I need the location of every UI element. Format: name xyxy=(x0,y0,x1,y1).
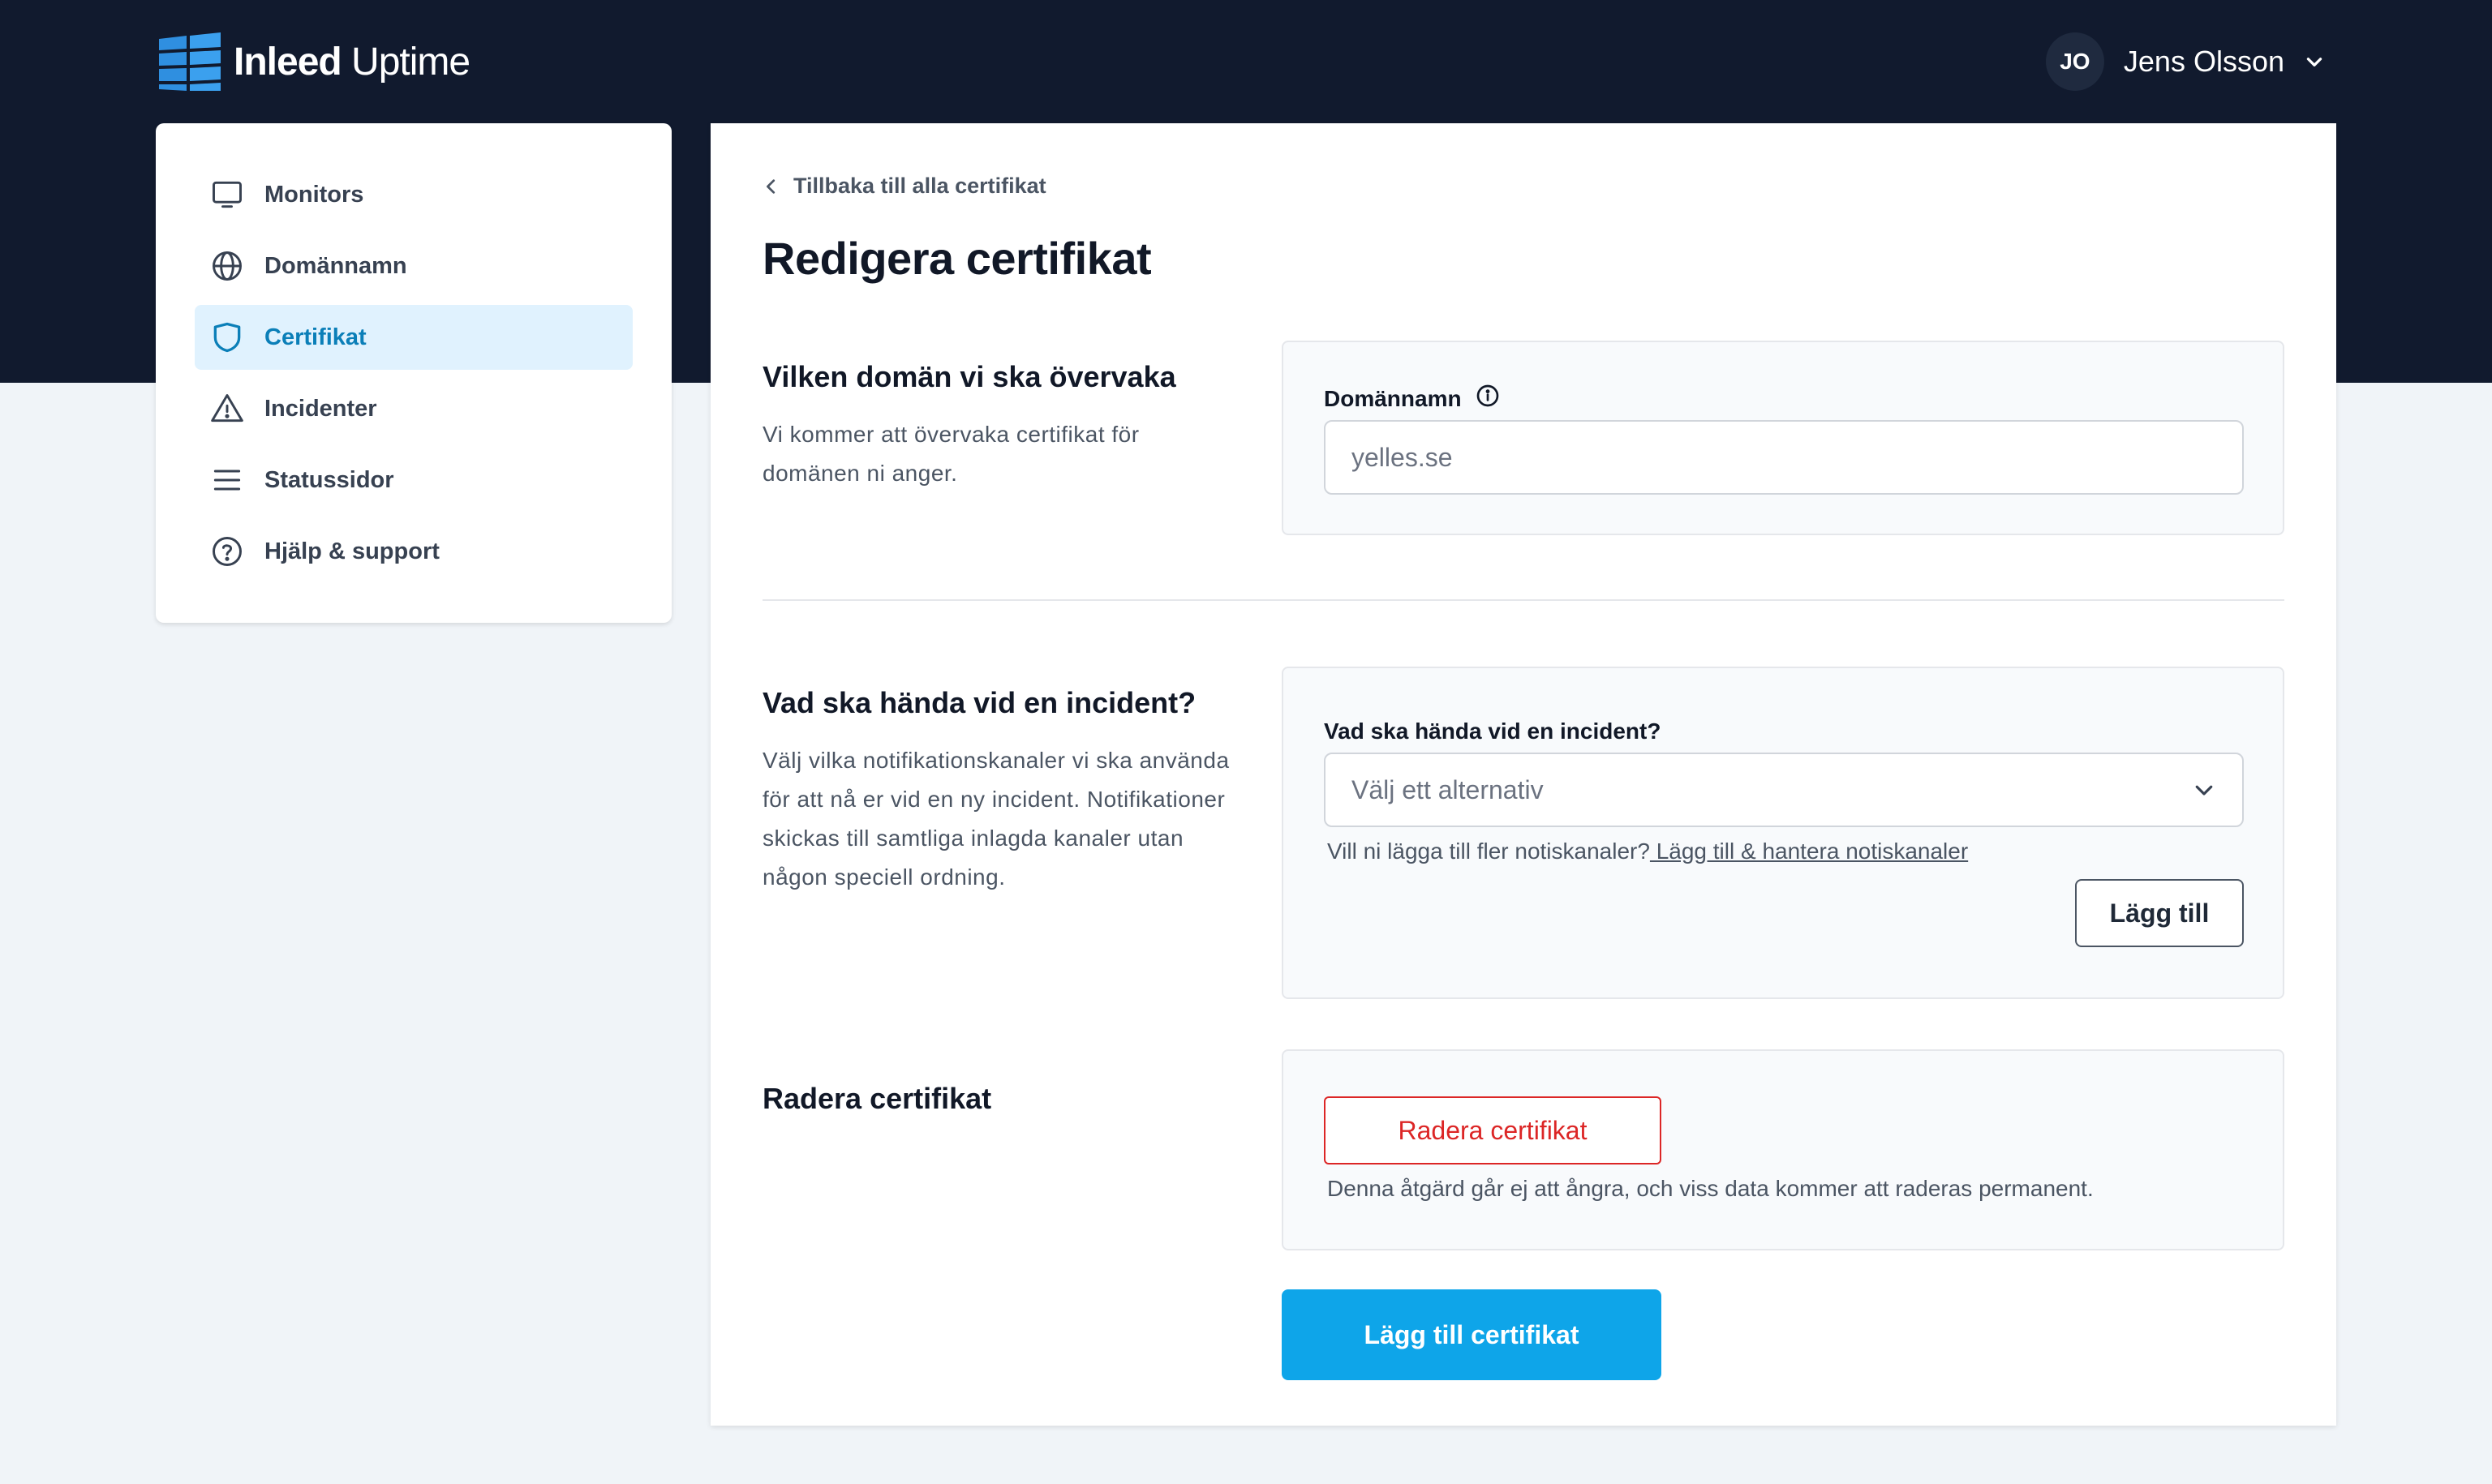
info-icon[interactable] xyxy=(1475,383,1501,414)
sidebar-item-monitors[interactable]: Monitors xyxy=(195,162,633,227)
section-divider xyxy=(763,599,2284,601)
chevron-left-icon xyxy=(767,178,776,194)
incident-section-description: Välj vilka notifikationskanaler vi ska a… xyxy=(763,748,1230,890)
user-menu[interactable]: JO Jens Olsson xyxy=(2045,32,2325,91)
delete-certificate-button[interactable]: Radera certifikat xyxy=(1324,1096,1661,1164)
shield-icon xyxy=(209,320,245,355)
incident-field-label: Vad ska hända vid en incident? xyxy=(1324,718,1661,744)
add-certificate-button[interactable]: Lägg till certifikat xyxy=(1282,1289,1661,1380)
sidebar-item-label: Statussidor xyxy=(264,466,394,493)
add-channel-button[interactable]: Lägg till xyxy=(2075,879,2244,947)
monitor-icon xyxy=(209,177,245,212)
brand-name-light: Uptime xyxy=(351,40,470,84)
sidebar-item-domannamn[interactable]: Domännamn xyxy=(195,234,633,298)
select-placeholder: Välj ett alternativ xyxy=(1351,774,1544,804)
manage-channels-link[interactable]: Lägg till & hantera notiskanaler xyxy=(1650,839,1968,864)
incident-section-title: Vad ska hända vid en incident? xyxy=(763,686,1197,719)
main-content: Tillbaka till alla certifikat Redigera c… xyxy=(711,123,2336,1426)
page-title: Redigera certifikat xyxy=(763,233,1152,284)
chevron-down-icon xyxy=(2306,58,2322,66)
incident-field-label-text: Vad ska hända vid en incident? xyxy=(1324,718,1661,744)
notification-channel-select[interactable]: Välj ett alternativ xyxy=(1324,753,2244,827)
sidebar-item-label: Domännamn xyxy=(264,252,407,279)
sidebar-item-label: Certifikat xyxy=(264,324,367,350)
delete-section-title: Radera certifikat xyxy=(763,1082,992,1115)
domain-panel: Domännamn xyxy=(1282,341,2284,535)
chevron-down-icon xyxy=(2195,785,2213,796)
user-name: Jens Olsson xyxy=(2123,45,2284,78)
back-link-label: Tillbaka till alla certifikat xyxy=(793,174,1046,198)
domain-section-title: Vilken domän vi ska övervaka xyxy=(763,360,1176,393)
domain-field-label: Domännamn xyxy=(1324,383,1501,414)
brand-name-bold: Inleed xyxy=(234,40,342,84)
sidebar-item-label: Hjälp & support xyxy=(264,538,440,564)
help-circle-icon xyxy=(209,534,245,569)
sidebar: Monitors Domännamn Certifikat Incidenter xyxy=(156,123,672,623)
globe-icon xyxy=(209,248,245,284)
sidebar-item-certifikat[interactable]: Certifikat xyxy=(195,305,633,370)
incident-helper-label: Vill ni lägga till fler notiskanaler? xyxy=(1327,839,1650,864)
sidebar-item-statussidor[interactable]: Statussidor xyxy=(195,448,633,513)
sidebar-item-label: Monitors xyxy=(264,181,364,208)
incident-panel: Vad ska hända vid en incident? Välj ett … xyxy=(1282,667,2284,999)
brand-name: Inleed Uptime xyxy=(234,40,470,84)
back-link[interactable]: Tillbaka till alla certifikat xyxy=(763,174,1046,199)
domain-input[interactable] xyxy=(1324,420,2244,495)
brand-logo[interactable]: Inleed Uptime xyxy=(157,32,470,91)
domain-section-description: Vi kommer att övervaka certifikat för do… xyxy=(763,422,1140,486)
sidebar-item-label: Incidenter xyxy=(264,395,377,422)
sidebar-item-incidenter[interactable]: Incidenter xyxy=(195,376,633,441)
avatar: JO xyxy=(2045,32,2104,91)
sidebar-item-hjalp-support[interactable]: Hjälp & support xyxy=(195,519,633,584)
domain-field-label-text: Domännamn xyxy=(1324,385,1462,411)
delete-warning-text: Denna åtgärd går ej att ångra, och viss … xyxy=(1327,1176,2094,1201)
logo-mark-icon xyxy=(159,32,221,91)
incident-helper-text: Vill ni lägga till fler notiskanaler? Lä… xyxy=(1327,839,1968,864)
menu-lines-icon xyxy=(209,462,245,498)
warning-icon xyxy=(209,391,245,427)
delete-panel: Radera certifikat Denna åtgärd går ej at… xyxy=(1282,1049,2284,1250)
